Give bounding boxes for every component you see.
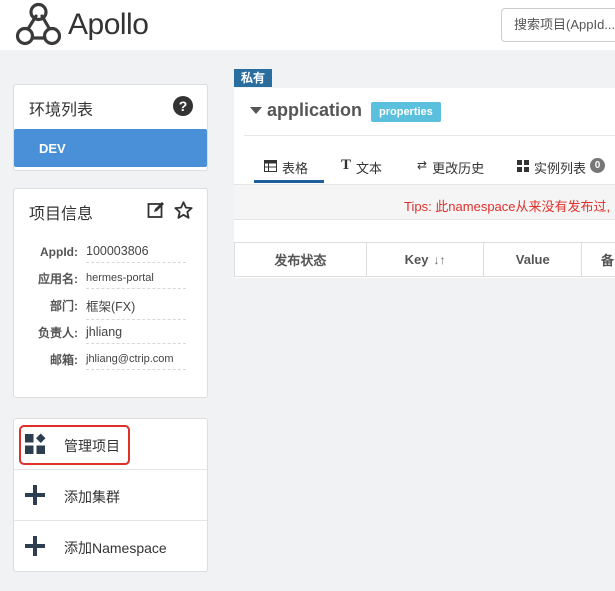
- manage-grid-icon: [25, 433, 46, 454]
- divider: [244, 135, 615, 136]
- add-namespace-label: 添加Namespace: [64, 540, 167, 556]
- column-header-label: 备: [601, 253, 615, 268]
- tab-instances[interactable]: 实例列表 0: [517, 158, 606, 184]
- info-value: 框架(FX): [86, 292, 186, 320]
- namespace-tabs: 表格 T 文本 ⇄ 更改历史 实例列表 0: [234, 158, 615, 184]
- history-icon: ⇄: [417, 158, 428, 172]
- project-info-header: 项目信息: [14, 189, 207, 231]
- tab-instances-label: 实例列表: [534, 161, 587, 176]
- project-info-panel: 项目信息 AppId: 100003806 应用名: hermes-portal…: [13, 188, 208, 398]
- env-list-title: 环境列表: [29, 102, 94, 119]
- table-icon: [264, 160, 277, 172]
- tab-text-label: 文本: [356, 161, 383, 176]
- info-value: jhliang: [86, 321, 186, 344]
- column-header-value[interactable]: Value: [484, 243, 583, 276]
- plus-icon: [25, 536, 45, 556]
- top-bar: Apollo 搜索项目(AppId...: [0, 0, 615, 50]
- project-actions-panel: 管理项目 添加集群 添加Namespace: [13, 418, 208, 572]
- brand-name[interactable]: Apollo: [68, 8, 149, 42]
- env-item-dev[interactable]: DEV: [14, 129, 207, 167]
- info-value: jhliang@ctrip.com: [86, 349, 186, 370]
- search-input[interactable]: 搜索项目(AppId...: [501, 8, 615, 42]
- collapse-caret-icon[interactable]: [250, 107, 262, 114]
- manage-project-label: 管理项目: [64, 438, 120, 454]
- column-header-status[interactable]: 发布状态: [234, 243, 367, 276]
- plus-icon: [25, 485, 45, 505]
- env-list-header: 环境列表 ?: [14, 85, 207, 127]
- tab-history-label: 更改历史: [432, 161, 485, 176]
- format-badge: properties: [371, 102, 441, 122]
- add-namespace-button[interactable]: 添加Namespace: [14, 521, 207, 572]
- table-header: 发布状态 Key ↓↑ Value 备: [234, 242, 615, 277]
- column-header-comment[interactable]: 备: [582, 243, 615, 276]
- info-row-email: 邮箱: jhliang@ctrip.com: [14, 346, 207, 373]
- instances-icon: [517, 160, 529, 172]
- info-row-app-name: 应用名: hermes-portal: [14, 265, 207, 292]
- column-header-label: Key: [404, 252, 429, 267]
- help-icon[interactable]: ?: [173, 96, 193, 116]
- info-value: 100003806: [86, 240, 186, 263]
- add-cluster-label: 添加集群: [64, 489, 120, 505]
- info-value: hermes-portal: [86, 268, 186, 289]
- apollo-logo-icon[interactable]: [12, 2, 66, 48]
- info-label: 应用名:: [38, 272, 78, 286]
- manage-project-button[interactable]: 管理项目: [14, 419, 207, 470]
- namespace-panel: application properties 表格 T 文本 ⇄ 更改历史 实例…: [234, 88, 615, 278]
- info-label: 部门:: [50, 299, 78, 313]
- text-icon: T: [341, 157, 352, 173]
- sort-icon[interactable]: ↓↑: [433, 253, 445, 267]
- info-row-owner: 负责人: jhliang: [14, 319, 207, 346]
- instances-count-badge: 0: [590, 158, 606, 173]
- column-header-label: 发布状态: [274, 253, 327, 268]
- tab-table-label: 表格: [282, 161, 309, 176]
- project-info-title: 项目信息: [29, 206, 94, 223]
- private-badge: 私有: [234, 69, 273, 87]
- env-list-panel: 环境列表 ? DEV: [13, 84, 208, 171]
- tab-history[interactable]: ⇄ 更改历史: [417, 158, 484, 184]
- project-info-fields: AppId: 100003806 应用名: hermes-portal 部门: …: [14, 231, 207, 373]
- active-tab-indicator: [254, 180, 324, 183]
- info-row-department: 部门: 框架(FX): [14, 292, 207, 320]
- edit-icon[interactable]: [147, 201, 165, 219]
- column-header-key[interactable]: Key ↓↑: [367, 243, 485, 276]
- info-label: AppId:: [40, 244, 78, 259]
- tips-message: Tips: 此namespace从来没有发布过,: [234, 184, 615, 220]
- info-row-appid: AppId: 100003806: [14, 238, 207, 265]
- info-label: 邮箱:: [50, 353, 78, 367]
- tab-text[interactable]: T 文本: [341, 158, 382, 184]
- star-icon[interactable]: [174, 201, 193, 219]
- namespace-name: application: [267, 100, 363, 120]
- column-header-label: Value: [515, 252, 550, 267]
- info-label: 负责人:: [38, 326, 78, 340]
- add-cluster-button[interactable]: 添加集群: [14, 470, 207, 521]
